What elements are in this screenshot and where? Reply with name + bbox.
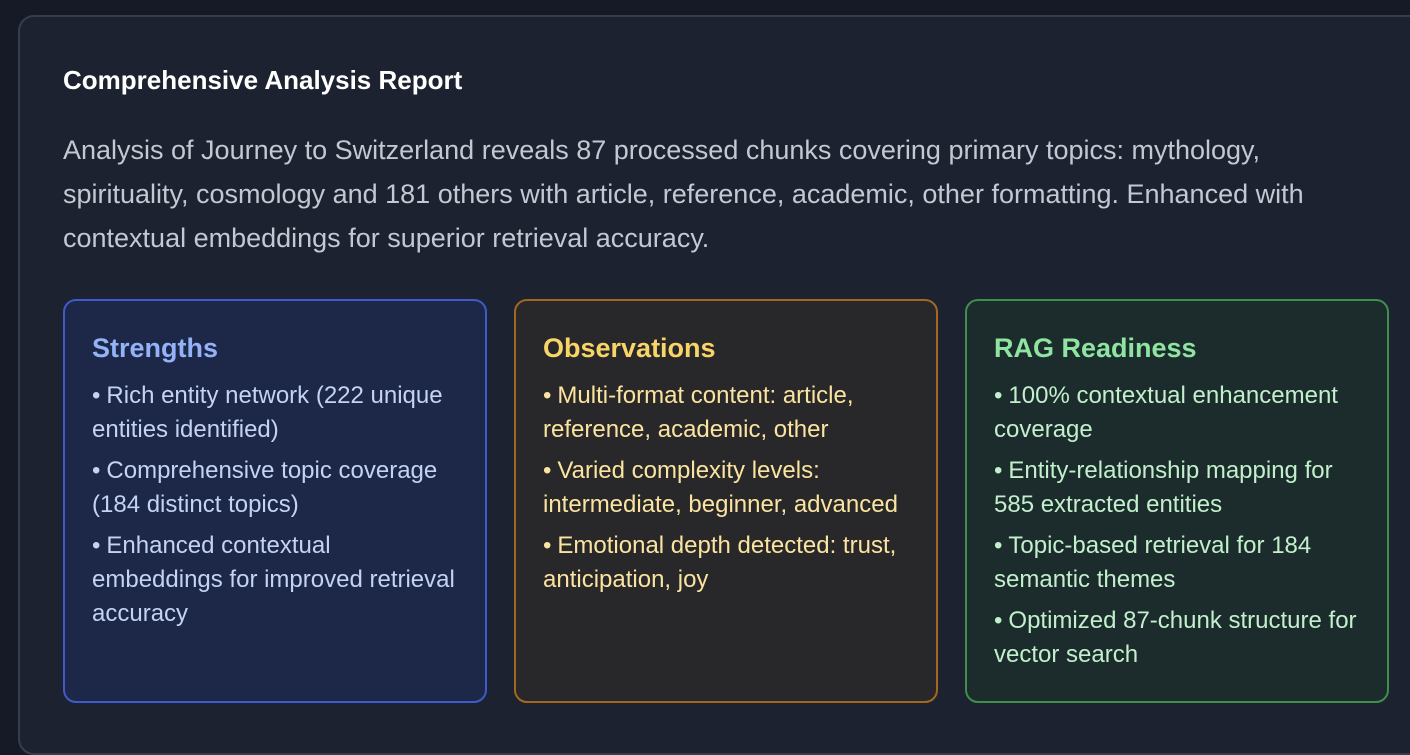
report-summary: Analysis of Journey to Switzerland revea… [63, 135, 1304, 253]
bullet-icon: • [994, 382, 1003, 409]
observations-item-text: Multi-format content: article, reference… [543, 382, 854, 443]
rag-readiness-item-text: 100% contextual enhancement coverage [994, 382, 1338, 443]
observations-item-text: Varied complexity levels: intermediate, … [543, 457, 898, 518]
strengths-item-text: Rich entity network (222 unique entities… [92, 382, 443, 443]
observations-card-title: Observations [543, 333, 716, 363]
bullet-icon: • [92, 457, 101, 484]
rag-readiness-item-text: Topic-based retrieval for 184 semantic t… [994, 532, 1312, 593]
bullet-icon: • [543, 532, 552, 559]
analysis-report-panel: Comprehensive Analysis Report Analysis o… [18, 15, 1410, 755]
bullet-icon: • [994, 457, 1003, 484]
rag-readiness-item-text: Optimized 87-chunk structure for vector … [994, 607, 1357, 668]
strengths-card-title: Strengths [92, 333, 219, 363]
strengths-list-item: • Comprehensive topic coverage (184 disti… [92, 454, 459, 522]
strengths-item-text: Comprehensive topic coverage (184 distin… [92, 457, 438, 518]
strengths-item-text: Enhanced contextual embeddings for impro… [92, 532, 455, 627]
bullet-icon: • [994, 532, 1003, 559]
strengths-card: Strengths • Rich entity network (222 uniq… [63, 299, 487, 703]
observations-list: • Multi-format content: article, referenc… [543, 379, 910, 597]
rag-readiness-list-item: • 100% contextual enhancement coverage [994, 379, 1361, 447]
strengths-list: • Rich entity network (222 unique entitie… [92, 379, 459, 631]
observations-card: Observations • Multi-format content: arti… [514, 299, 938, 703]
observations-list-item: • Varied complexity levels: intermediate,… [543, 454, 910, 522]
bullet-icon: • [543, 457, 552, 484]
bullet-icon: • [543, 382, 552, 409]
rag-readiness-item-text: Entity-relationship mapping for 585 extr… [994, 457, 1333, 518]
report-title: Comprehensive Analysis Report [63, 65, 463, 95]
rag-readiness-list-item: • Entity-relationship mapping for 585 ext… [994, 454, 1361, 522]
bullet-icon: • [994, 607, 1003, 634]
bullet-icon: • [92, 532, 101, 559]
rag-readiness-card-title: RAG Readiness [994, 333, 1197, 363]
rag-readiness-list: • 100% contextual enhancement coverage • E… [994, 379, 1361, 672]
observations-list-item: • Emotional depth detected: trust, antici… [543, 529, 910, 597]
rag-readiness-card: RAG Readiness • 100% contextual enhanceme… [965, 299, 1389, 703]
strengths-list-item: • Rich entity network (222 unique entitie… [92, 379, 459, 447]
observations-list-item: • Multi-format content: article, referenc… [543, 379, 910, 447]
bullet-icon: • [92, 382, 101, 409]
rag-readiness-list-item: • Optimized 87-chunk structure for vector… [994, 604, 1361, 672]
observations-item-text: Emotional depth detected: trust, anticip… [543, 532, 897, 593]
rag-readiness-list-item: • Topic-based retrieval for 184 semantic … [994, 529, 1361, 597]
strengths-list-item: • Enhanced contextual embeddings for impr… [92, 529, 459, 631]
